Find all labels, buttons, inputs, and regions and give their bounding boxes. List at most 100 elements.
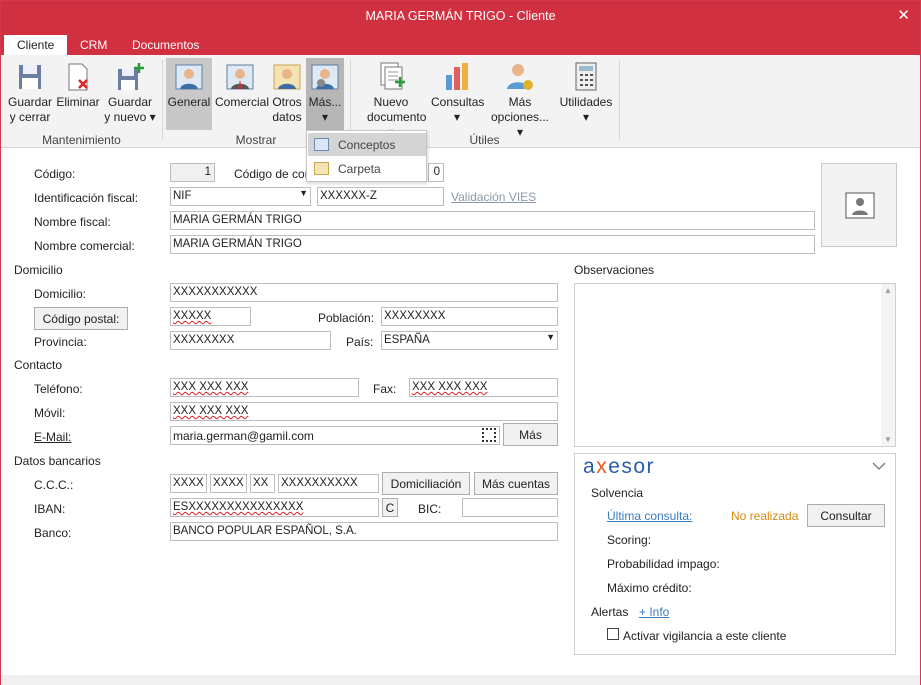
banco-field[interactable]: BANCO POPULAR ESPAÑOL, S.A. [170,522,558,541]
window-title: MARIA GERMÁN TRIGO - Cliente [365,9,556,23]
idfiscal-field[interactable]: XXXXXX-Z [317,187,444,206]
iban-calc-button[interactable]: C [382,498,398,517]
chevron-down-icon: ▼ [299,188,308,198]
nuevo-documento-button[interactable]: Nuevodocumento ▾ [367,58,426,140]
solvencia-label: Solvencia [591,486,644,500]
scoring-label: Scoring: [607,533,652,547]
scroll-down-icon[interactable]: ▼ [884,435,892,444]
avatar-icon [845,192,875,219]
mas-opciones-button[interactable]: Más opciones... ▾ [487,58,553,140]
codigo-con-field[interactable]: 0 [428,163,444,182]
utilidades-label-1: Utilidades [559,95,613,109]
guardar-cerrar-button[interactable]: Guardar y cerrar [7,58,53,125]
tab-cliente[interactable]: Cliente [4,35,68,55]
email-label[interactable]: E-Mail: [34,430,71,444]
conceptos-icon [314,138,329,151]
telefono-field[interactable]: XXX XXX XXX [170,378,359,397]
domicilio-label: Domicilio: [34,287,87,301]
axesor-logo: axesor [583,455,656,478]
ccc-entidad-field[interactable]: XXXX [170,474,207,493]
vigilancia-label: Activar vigilancia a este cliente [623,629,787,643]
mas-email-button[interactable]: Más [503,423,558,446]
axesor-logo-rest: esor [608,455,656,478]
contacto-section: Contacto [14,358,63,372]
consultas-button[interactable]: Consultas ▾ [431,58,485,125]
menu-item-conceptos[interactable]: Conceptos [308,133,426,156]
scroll-up-icon[interactable]: ▲ [884,286,892,295]
otros-label-1: Otros [272,95,302,109]
ccc-oficina-field[interactable]: XXXX [210,474,247,493]
email-field[interactable]: maria.german@gamil.com [170,426,500,445]
menu-item-carpeta[interactable]: Carpeta [308,157,426,180]
fax-field[interactable]: XXX XXX XXX [409,378,558,397]
info-link[interactable]: + Info [639,605,669,619]
otros-datos-button[interactable]: Otros datos [269,58,305,125]
utilidades-label-2: ▾ [582,110,590,124]
cp-field[interactable]: XXXXX [170,307,251,326]
new-document-icon [376,61,406,92]
calculator-icon [571,61,601,92]
group-mantenimiento: Mantenimiento [42,133,121,147]
mas-opciones-label-1: Más [508,95,532,109]
mas-button[interactable]: Más... ▾ [306,58,344,130]
bic-field[interactable] [462,498,558,517]
observaciones-label: Observaciones [574,263,655,277]
consultas-label-1: Consultas [431,95,485,109]
observaciones-textarea[interactable]: ▲ ▼ [574,283,896,447]
codigo-postal-button[interactable]: Código postal: [34,307,128,330]
otros-label-2: datos [272,110,302,124]
utilidades-button[interactable]: Utilidades ▾ [558,58,614,125]
idfiscal-type-select[interactable]: NIF ▼ [170,187,311,206]
guardar-nuevo-button[interactable]: Guardar y nuevo ▾ [103,58,157,125]
poblacion-field[interactable]: XXXXXXXX [381,307,558,326]
pais-select[interactable]: ESPAÑA ▼ [381,331,558,350]
domicilio-field[interactable]: XXXXXXXXXXX [170,283,558,302]
delete-icon [63,61,93,92]
validacion-vies-link[interactable]: Validación VIES [451,190,536,204]
observaciones-scrollbar[interactable]: ▲ ▼ [881,284,895,446]
pais-label: País: [346,335,374,349]
provincia-label: Provincia: [34,335,87,349]
chart-icon [442,61,472,92]
iban-field[interactable]: ESXXXXXXXXXXXXXXX [170,498,379,517]
idfiscal-type-value: NIF [173,190,192,202]
nuevo-label-1: Nuevo [373,95,409,109]
photo-box[interactable] [821,163,897,247]
consultar-button[interactable]: Consultar [807,504,885,527]
nombre-fiscal-field[interactable]: MARIA GERMÁN TRIGO [170,211,815,230]
chevron-down-icon[interactable] [872,462,886,471]
consultas-label-2: ▾ [453,110,461,124]
codigo-field[interactable]: 1 [170,163,215,182]
separator [350,60,351,140]
tab-crm[interactable]: CRM [67,35,120,55]
movil-field[interactable]: XXX XXX XXX [170,402,558,421]
comercial-label: Comercial [215,95,270,109]
otros-datos-icon [272,61,302,92]
ccc-label: C.C.C.: [34,478,74,492]
vigilancia-checkbox[interactable] [607,628,619,640]
comercial-button[interactable]: Comercial [215,58,269,110]
qr-code-icon[interactable] [482,428,496,442]
ccc-cuenta-field[interactable]: XXXXXXXXXX [278,474,379,493]
mas-icon [310,61,340,92]
mas-label-2: ▾ [321,110,329,124]
codigo-con-label: Código de con [234,167,312,181]
alertas-label: Alertas [591,605,629,619]
provincia-field[interactable]: XXXXXXXX [170,331,331,350]
fax-label: Fax: [373,382,397,396]
ribbon-tabs: Cliente CRM Documentos [1,31,920,55]
ultima-consulta-link[interactable]: Última consulta: [607,509,692,523]
mas-label-1: Más... [308,95,342,109]
iban-label: IBAN: [34,502,66,516]
general-button[interactable]: General [166,58,212,130]
axesor-panel: axesor axesor Solvencia Última consulta:… [574,453,896,655]
tab-documentos[interactable]: Documentos [119,35,212,55]
mas-cuentas-button[interactable]: Más cuentas [474,472,558,495]
domicilio-section: Domicilio [14,263,63,277]
ccc-dc-field[interactable]: XX [250,474,275,493]
close-icon[interactable]: ✕ [897,6,910,24]
eliminar-button[interactable]: Eliminar [56,58,100,110]
guardar-label-1: Guardar [7,95,53,109]
nombre-comercial-field[interactable]: MARIA GERMÁN TRIGO [170,235,815,254]
domiciliacion-button[interactable]: Domiciliación [382,472,470,495]
